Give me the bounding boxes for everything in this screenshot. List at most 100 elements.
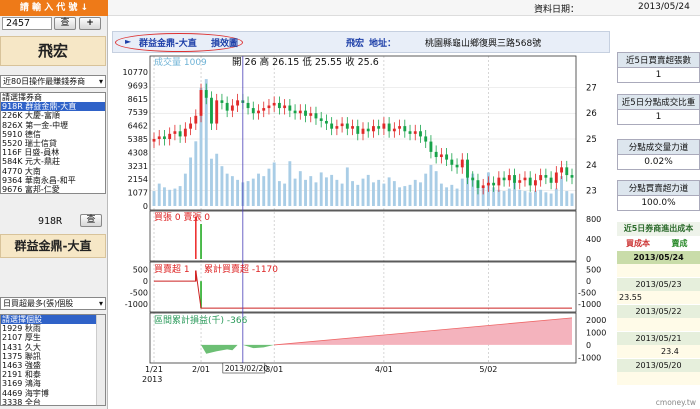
candle-body	[324, 120, 328, 124]
net-axis-label-left: -500	[130, 289, 148, 298]
broker-list-item[interactable]: 226K 大慶-富順	[1, 111, 105, 120]
candle-body	[257, 110, 260, 114]
volume-bar	[330, 174, 334, 206]
scrollbar[interactable]	[96, 315, 105, 405]
volume-bar	[549, 193, 553, 206]
stock-list-item[interactable]: 4469 海宇博	[1, 389, 105, 398]
volume-axis-label: 10770	[123, 68, 148, 77]
volume-bar	[324, 177, 328, 206]
period-select[interactable]: 近80日操作最賺錢券商 ▾	[0, 75, 106, 88]
volume-bar	[157, 183, 161, 206]
volume-bar	[403, 186, 407, 206]
volume-bar	[539, 189, 543, 206]
address-label: 地址：	[369, 39, 397, 49]
broker-title: 群益金鼎-大直	[139, 39, 197, 49]
candle-body	[460, 159, 464, 168]
candle-body	[560, 167, 563, 173]
volume-bar	[236, 179, 240, 206]
broker-list-item[interactable]: 826X 第一金-中壢	[1, 121, 105, 130]
net-axis-label: -1000	[578, 300, 601, 309]
stock-list-item[interactable]: 1463 強盛	[1, 361, 105, 370]
broker-list-item[interactable]: 5910 德信	[1, 130, 105, 139]
candle-body	[445, 154, 449, 160]
volume-bar	[528, 192, 532, 206]
broker-list-item[interactable]: 4770 大南	[1, 167, 105, 176]
stock-list-item[interactable]: 2107 厚生	[1, 333, 105, 342]
stock-list-item[interactable]: 請選擇個股	[1, 315, 105, 325]
volume-bar	[392, 181, 396, 206]
volume-bar	[502, 191, 506, 206]
candle-body	[335, 126, 339, 129]
stock-list[interactable]: 請選擇個股 1929 秋雨 2107 厚生 1431 久大 1375 聯訊 1463 強盛…	[0, 314, 106, 406]
broker-list-item[interactable]: 5520 瑞士信貸	[1, 139, 105, 148]
candle-body	[434, 151, 438, 158]
bs-axis-label: 400	[586, 235, 601, 244]
broker-query-button[interactable]: 查	[80, 214, 102, 227]
bs-axis-label: 0	[586, 255, 591, 264]
volume-bar	[168, 189, 172, 206]
volume-bar	[283, 183, 287, 206]
rank-select[interactable]: 日買超最多(張)個股 ▾	[0, 297, 106, 310]
buy-cost: 23.55	[619, 293, 642, 302]
col-buy-cost: 買成本	[626, 239, 650, 248]
date-value: 2013/05/24	[638, 2, 690, 12]
volume-bar	[523, 191, 527, 206]
volume-bar	[413, 179, 417, 206]
volume-bar	[450, 184, 454, 206]
stock-code-input[interactable]: 2457	[2, 17, 52, 30]
ohlc-text: 開 26 高 26.15 低 25.55 收 25.6	[232, 56, 379, 68]
candle-body	[183, 128, 187, 137]
candle-body	[225, 102, 229, 111]
broker-list[interactable]: 請選擇券商 918R 群益金鼎-大直 226K 大慶-富順 826X 第一金-中壢 59…	[0, 92, 106, 194]
volume-bar	[554, 188, 558, 206]
volume-bar	[251, 178, 255, 206]
volume-axis-label: 0	[143, 202, 148, 211]
broker-list-item[interactable]: 9676 富邦-仁愛	[1, 185, 105, 193]
volume-bar	[408, 184, 412, 206]
net-axis-label-left: 500	[133, 266, 148, 275]
candle-body	[210, 97, 213, 124]
chart-title: 損效圖	[211, 39, 239, 49]
volume-bar	[173, 188, 177, 206]
broker-list-item[interactable]: 請選擇券商	[1, 93, 105, 102]
volume-axis-label: 9693	[128, 81, 148, 90]
candle-body	[366, 128, 370, 132]
volume-bar	[319, 172, 323, 206]
candle-body	[492, 182, 496, 186]
candle-body	[544, 175, 548, 178]
volume-bar	[183, 173, 187, 206]
broker-list-item[interactable]: 9364 華南永昌-和平	[1, 176, 105, 185]
volume-bar	[293, 178, 297, 206]
add-button[interactable]: +	[79, 17, 101, 30]
x-tick-label: 2/01	[192, 365, 210, 374]
candle-body	[194, 115, 198, 124]
volume-bar	[178, 186, 182, 206]
volume-bar	[230, 176, 234, 206]
candle-body	[251, 108, 255, 114]
date-label: 資料日期：	[534, 5, 580, 15]
candle-body	[455, 164, 459, 168]
net-axis-label-left: 0	[143, 277, 148, 286]
candle-body	[398, 126, 402, 129]
candle-body	[471, 177, 475, 181]
candle-body	[272, 102, 276, 106]
candle-body	[486, 182, 490, 186]
stock-list-item[interactable]: 1375 聯訊	[1, 352, 105, 361]
volume-bar	[387, 177, 391, 206]
chart-area[interactable]: 10770 9693 8615 7539 6462 5385 4308 3231 2154 107…	[112, 54, 610, 388]
sell-cost	[661, 264, 700, 277]
query-button[interactable]: 查	[54, 17, 76, 30]
volume-bar	[210, 158, 213, 206]
volume-bar	[455, 188, 459, 206]
volume-bar	[382, 183, 386, 206]
volume-bar	[298, 171, 302, 206]
stock-list-item[interactable]: 1431 久大	[1, 343, 105, 352]
box4-value: 100.0%	[617, 196, 700, 211]
candle-body	[288, 105, 292, 111]
stock-list-item[interactable]: 3338 全台	[1, 398, 105, 405]
stock-list-item[interactable]: 3169 鴻海	[1, 379, 105, 388]
volume-bar	[194, 141, 198, 206]
x-tick-label: 1/21	[145, 365, 163, 374]
candle-body	[513, 175, 516, 183]
broker-list-item[interactable]: 584K 元大-鼎莊	[1, 157, 105, 166]
